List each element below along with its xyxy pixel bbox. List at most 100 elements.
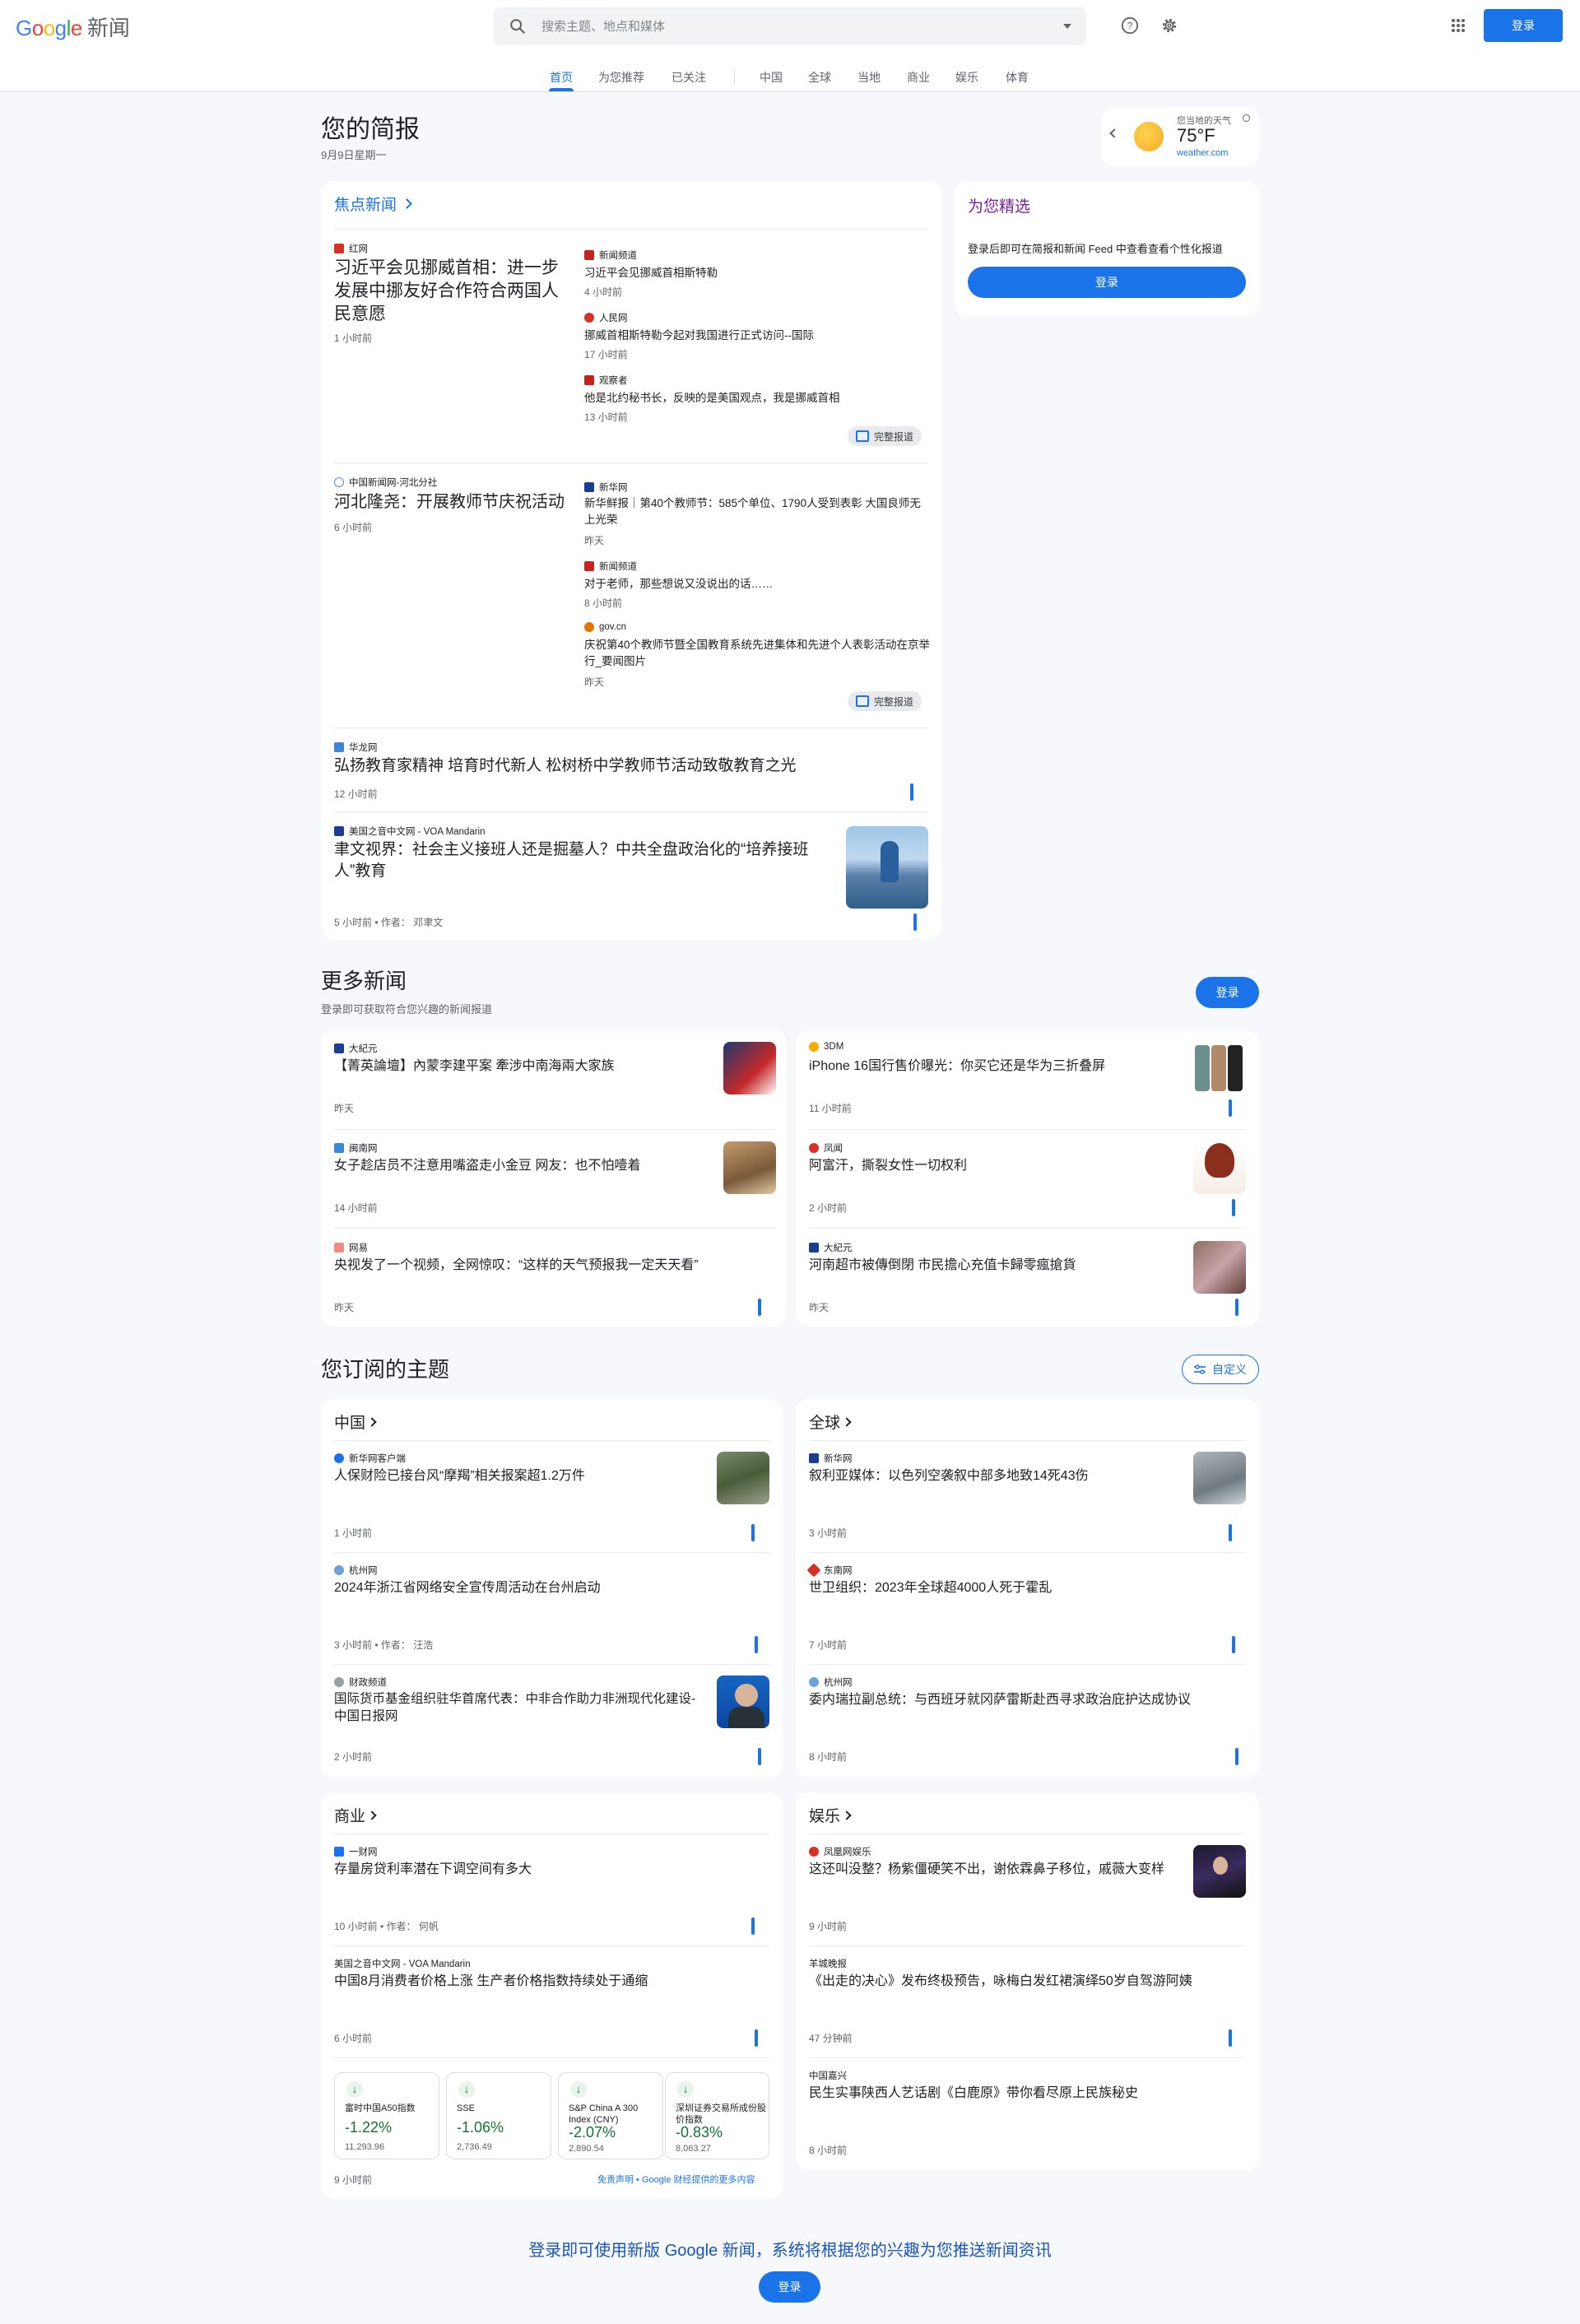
tab-following[interactable]: 已关注: [672, 69, 706, 86]
settings-gear-icon[interactable]: [1158, 14, 1181, 37]
full-coverage-button[interactable]: 完整报道: [848, 426, 922, 446]
source-logo-icon: [334, 1453, 344, 1463]
headline-title[interactable]: 河北隆尧：开展教师节庆祝活动: [334, 490, 581, 514]
headlines-link[interactable]: 焦点新闻: [334, 193, 412, 215]
news-title[interactable]: 这还叫没整？杨紫僵硬笑不出，谢依霖鼻子移位，戚薇大变样: [809, 1860, 1179, 1880]
topic-link-world[interactable]: 全球: [809, 1411, 852, 1433]
full-coverage-icon[interactable]: [751, 1917, 755, 1935]
source-label: gov.cn: [584, 622, 626, 632]
article-thumbnail[interactable]: [723, 1042, 776, 1095]
news-title[interactable]: 【菁英論壇】內蒙李建平案 牽涉中南海兩大家族: [334, 1057, 688, 1076]
news-title[interactable]: 存量房贷利率潜在下调空间有多大: [334, 1860, 729, 1880]
tab-business[interactable]: 商业: [907, 69, 930, 86]
briefing-date: 9月9日星期一: [321, 149, 387, 161]
footer-signin-prompt: 登录即可使用新版 Google 新闻，系统将根据您的兴趣为您推送新闻资讯: [528, 2242, 1052, 2260]
article-thumbnail[interactable]: [1193, 1141, 1246, 1194]
full-coverage-icon[interactable]: [1235, 1748, 1238, 1765]
full-coverage-icon[interactable]: [1232, 1199, 1235, 1216]
stock-card[interactable]: ↓ S&P China A 300 Index (CNY) -2.07% 2,8…: [558, 2072, 663, 2159]
full-coverage-icon[interactable]: [758, 1748, 761, 1765]
news-title[interactable]: 阿富汗，撕裂女性一切权利: [809, 1156, 1163, 1176]
related-title[interactable]: 新华鲜报｜第40个教师节：585个单位、1790人受到表彰 大国良师无上光荣: [584, 495, 930, 528]
full-coverage-icon[interactable]: [755, 2029, 758, 2047]
tab-world[interactable]: 全球: [808, 69, 831, 86]
article-thumbnail[interactable]: [717, 1452, 769, 1504]
related-title[interactable]: 挪威首相斯特勒今起对我国进行正式访问--国际: [584, 326, 930, 346]
weather-source-link[interactable]: weather.com: [1177, 148, 1228, 158]
chevron-left-icon[interactable]: [1109, 128, 1119, 138]
tab-entertainment[interactable]: 娱乐: [955, 69, 978, 86]
full-coverage-icon[interactable]: [913, 913, 917, 931]
full-coverage-icon[interactable]: [755, 1636, 758, 1653]
stock-card[interactable]: ↓ 深圳证券交易所成份股价指数 -0.83% 8,063.27: [665, 2072, 769, 2159]
related-title[interactable]: 他是北约秘书长，反映的是美国观点，我是挪威首相: [584, 388, 930, 408]
full-coverage-icon[interactable]: [1229, 1524, 1232, 1541]
related-time: 13 小时前: [584, 411, 628, 423]
headline-title[interactable]: 弘扬教育家精神 培育时代新人 松树桥中学教师节活动致敬教育之光: [334, 755, 861, 777]
source-label: 东南网: [806, 1563, 853, 1578]
full-coverage-icon[interactable]: [1232, 1636, 1235, 1653]
finance-disclaimer-link[interactable]: 免责声明 • Google 财经提供的更多内容: [597, 2173, 755, 2186]
article-thumbnail[interactable]: [1193, 1845, 1246, 1898]
article-thumbnail[interactable]: [1193, 1042, 1246, 1095]
full-coverage-icon[interactable]: [1229, 2029, 1232, 2047]
full-coverage-icon[interactable]: [1229, 1099, 1232, 1117]
source-label: 网易: [334, 1241, 368, 1254]
news-title[interactable]: 中国8月消费者价格上涨 生产者价格指数持续处于通缩: [334, 1972, 746, 1992]
sunny-weather-icon: [1134, 122, 1164, 151]
full-coverage-button[interactable]: 完整报道: [848, 691, 922, 711]
footer-login-button[interactable]: 登录: [759, 2271, 820, 2303]
news-title[interactable]: 人保财险已接台风“摩羯”相关报案超1.2万件: [334, 1466, 688, 1486]
related-title[interactable]: 对于老师，那些想说又没说出的话……: [584, 574, 930, 594]
news-title[interactable]: 女子趁店员不注意用嘴盗走小金豆 网友：也不怕噎着: [334, 1156, 688, 1176]
tab-sports[interactable]: 体育: [1006, 69, 1029, 86]
search-input[interactable]: [541, 15, 1019, 38]
news-title[interactable]: 河南超市被傳倒閉 市民擔心充值卡歸零瘋搶貨: [809, 1256, 1163, 1276]
news-title[interactable]: 民生实事陕西人艺话剧《白鹿原》带你看尽原上民族秘史: [809, 2084, 1220, 2103]
header-login-button[interactable]: 登录: [1484, 9, 1563, 42]
news-title[interactable]: 委内瑞拉副总统：与西班牙就冈萨雷斯赴西寻求政治庇护达成协议: [809, 1690, 1220, 1710]
news-title[interactable]: 世卫组织：2023年全球超4000人死于霍乱: [809, 1578, 1163, 1598]
topic-link-entertainment[interactable]: 娱乐: [809, 1804, 852, 1826]
article-thumbnail[interactable]: [723, 1141, 776, 1194]
news-title[interactable]: 2024年浙江省网络安全宣传周活动在台州启动: [334, 1578, 688, 1598]
headline-title[interactable]: 习近平会见挪威首相：进一步发展中挪友好合作符合两国人民意愿: [334, 257, 573, 326]
tab-china[interactable]: 中国: [760, 69, 783, 86]
article-thumbnail[interactable]: [717, 1676, 769, 1728]
headline-title[interactable]: 聿文视界：社会主义接班人还是掘墓人？中共全盘政治化的“培养接班人”教育: [334, 839, 828, 882]
arrow-down-icon: ↓: [570, 2081, 587, 2098]
for-you-login-button[interactable]: 登录: [968, 267, 1246, 298]
related-title[interactable]: 庆祝第40个教师节暨全国教育系统先进集体和先进个人表彰活动在京举行_要闻图片: [584, 637, 930, 670]
full-coverage-icon[interactable]: [751, 1524, 755, 1541]
topic-link-business[interactable]: 商业: [334, 1804, 377, 1826]
news-title[interactable]: iPhone 16国行售价曝光：你买它还是华为三折叠屏: [809, 1057, 1163, 1076]
news-title[interactable]: 央视发了一个视频，全网惊叹：“这样的天气预报我一定天天看”: [334, 1256, 729, 1276]
tab-home[interactable]: 首页: [550, 69, 573, 86]
tab-for-you[interactable]: 为您推荐: [598, 69, 644, 86]
search-dropdown-icon[interactable]: [1063, 24, 1071, 29]
more-news-login-button[interactable]: 登录: [1196, 977, 1259, 1008]
news-time: 11 小时前: [809, 1103, 852, 1114]
apps-grid-icon[interactable]: [1447, 14, 1470, 37]
stock-card[interactable]: ↓ 富时中国A50指数 -1.22% 11,293.96: [334, 2072, 439, 2159]
info-icon[interactable]: [1243, 114, 1250, 122]
article-thumbnail[interactable]: [1193, 1241, 1246, 1294]
news-time: 3 小时前 • 作者： 汪浩: [334, 1639, 434, 1651]
google-news-logo[interactable]: Google 新闻: [16, 12, 130, 42]
weather-widget[interactable]: 您当地的天气 75°F weather.com: [1101, 107, 1259, 166]
topic-link-china[interactable]: 中国: [334, 1411, 377, 1433]
full-coverage-icon[interactable]: [758, 1299, 761, 1316]
news-title[interactable]: 国际货币基金组织驻华首席代表：中非合作助力非洲现代化建设- 中国日报网: [334, 1690, 696, 1725]
search-box[interactable]: [494, 7, 1086, 45]
help-icon[interactable]: ?: [1118, 14, 1141, 37]
full-coverage-icon[interactable]: [1235, 1299, 1238, 1316]
article-thumbnail[interactable]: [1193, 1452, 1246, 1504]
news-title[interactable]: 《出走的决心》发布终极预告，咏梅白发红裙演绎50岁自驾游阿姨: [809, 1972, 1220, 1992]
news-title[interactable]: 叙利亚媒体：以色列空袭叙中部多地致14死43伤: [809, 1466, 1163, 1486]
customize-button[interactable]: 自定义: [1182, 1355, 1259, 1384]
tab-local[interactable]: 当地: [857, 69, 881, 86]
article-thumbnail[interactable]: [846, 826, 928, 909]
related-title[interactable]: 习近平会见挪威首相斯特勒: [584, 263, 930, 283]
full-coverage-icon[interactable]: [910, 783, 913, 801]
stock-card[interactable]: ↓ SSE -1.06% 2,736.49: [446, 2072, 551, 2159]
